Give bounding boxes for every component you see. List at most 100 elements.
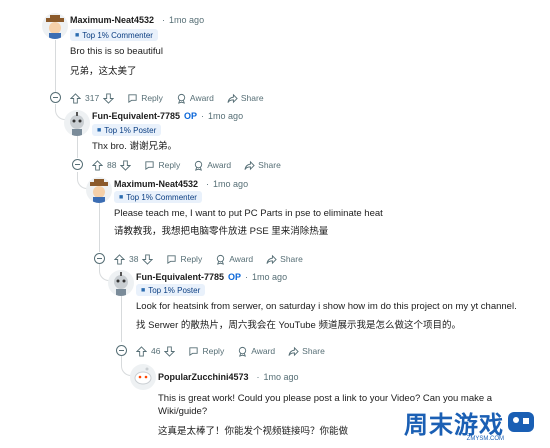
award-button[interactable]: Award: [176, 93, 214, 104]
flair-label: Top 1% Commenter: [82, 30, 153, 40]
award-label: Award: [189, 93, 214, 103]
award-label: Award: [207, 160, 232, 170]
timestamp[interactable]: 1mo ago: [264, 372, 299, 382]
avatar[interactable]: [64, 110, 90, 136]
collapse-thread-button[interactable]: [94, 253, 105, 264]
separator-dot: ·: [256, 372, 260, 382]
comment-body-line: 请教教我，我想把电脑零件放进 PSE 里来消除热量: [114, 226, 329, 237]
vote-controls: 88: [92, 159, 132, 171]
timestamp[interactable]: 1mo ago: [208, 111, 243, 121]
reply-button[interactable]: Reply: [144, 160, 180, 171]
share-button[interactable]: Share: [227, 93, 264, 104]
vote-count: 38: [129, 254, 139, 264]
share-label: Share: [240, 93, 264, 103]
share-button[interactable]: Share: [266, 254, 303, 265]
user-flair: ■ Top 1% Commenter: [114, 191, 202, 203]
vote-controls: 46: [136, 345, 176, 357]
vote-count: 46: [151, 346, 161, 356]
gamepad-icon: [508, 412, 534, 432]
thread-line: [77, 134, 78, 158]
separator-dot: ·: [162, 15, 166, 25]
award-label: Award: [229, 254, 254, 264]
vote-count: 88: [107, 160, 117, 170]
comment-body-line: Bro this is so beautiful: [70, 46, 163, 57]
avatar[interactable]: [108, 270, 134, 296]
award-icon: [195, 160, 203, 171]
watermark: 周末游戏 ZMYSM.COM: [394, 402, 544, 442]
downvote-icon[interactable]: [142, 253, 154, 265]
award-icon: [239, 346, 247, 357]
comment-body-line: Please teach me, I want to put PC Parts …: [114, 208, 383, 219]
flair-label: Top 1% Poster: [148, 285, 201, 295]
avatar-robot-icon: [70, 112, 84, 136]
username[interactable]: Fun-Equivalent-7785: [136, 272, 224, 282]
flair-label: Top 1% Poster: [104, 125, 157, 135]
downvote-icon[interactable]: [164, 345, 176, 357]
reply-button[interactable]: Reply: [188, 346, 224, 357]
username[interactable]: PopularZucchini4573: [158, 372, 249, 382]
thread-line: [55, 40, 56, 92]
comment-body-line: Wiki/guide?: [158, 406, 208, 417]
avatar-robot-icon: [114, 272, 128, 296]
reply-icon: [167, 254, 177, 264]
upvote-icon[interactable]: [92, 159, 103, 171]
award-icon: [177, 93, 186, 104]
downvote-icon[interactable]: [103, 92, 115, 104]
user-flair: ■ Top 1% Commenter: [70, 29, 158, 41]
comment-body-line: 兄弟，这太美了: [70, 66, 137, 77]
upvote-icon[interactable]: [136, 345, 147, 357]
vote-count: 317: [85, 93, 100, 103]
share-label: Share: [258, 160, 281, 170]
flair-label: Top 1% Commenter: [126, 192, 197, 202]
comment-body-line: 这真是太棒了！你能发个视频链接吗？你能做: [158, 426, 349, 437]
user-flair: ■ Top 1% Poster: [92, 124, 162, 136]
share-button[interactable]: Share: [288, 346, 325, 357]
award-label: Award: [251, 346, 276, 356]
timestamp[interactable]: 1mo ago: [169, 15, 204, 25]
reply-button[interactable]: Reply: [127, 93, 163, 104]
timestamp[interactable]: 1mo ago: [252, 272, 287, 282]
collapse-thread-button[interactable]: [50, 92, 61, 103]
separator-dot: ·: [206, 179, 210, 189]
op-badge: OP: [184, 111, 198, 121]
share-label: Share: [302, 346, 325, 356]
separator-dot: ·: [245, 272, 249, 282]
share-button[interactable]: Share: [244, 160, 281, 171]
vote-controls: 38: [114, 253, 154, 265]
upvote-icon[interactable]: [114, 253, 125, 265]
avatar[interactable]: [130, 364, 156, 390]
comment-body-line: Thx bro. 谢谢兄弟。: [92, 141, 177, 152]
upvote-icon[interactable]: [70, 92, 81, 104]
comment-body-line: Look for heatsink from serwer, on saturd…: [136, 301, 517, 312]
avatar[interactable]: [42, 13, 68, 39]
timestamp[interactable]: 1mo ago: [213, 179, 248, 189]
flair-icon: ■: [119, 193, 124, 201]
thread-line: [121, 296, 122, 342]
award-button[interactable]: Award: [237, 346, 275, 357]
reply-icon: [189, 346, 199, 356]
username[interactable]: Maximum-Neat4532: [114, 179, 198, 189]
username[interactable]: Maximum-Neat4532: [70, 15, 154, 25]
avatar-cowboy-icon: [46, 15, 64, 39]
reply-button[interactable]: Reply: [166, 254, 202, 265]
username[interactable]: Fun-Equivalent-7785: [92, 111, 180, 121]
reply-icon: [145, 160, 155, 170]
collapse-thread-button[interactable]: [116, 345, 127, 356]
share-label: Share: [280, 254, 303, 264]
watermark-sub: ZMYSM.COM: [466, 436, 504, 442]
downvote-icon[interactable]: [120, 159, 132, 171]
flair-icon: ■: [141, 286, 146, 294]
share-icon: [288, 346, 299, 356]
award-button[interactable]: Award: [193, 160, 231, 171]
award-button[interactable]: Award: [215, 254, 253, 265]
op-badge: OP: [228, 272, 242, 282]
reply-label: Reply: [141, 93, 163, 103]
flair-icon: ■: [75, 31, 80, 39]
reply-label: Reply: [180, 254, 203, 264]
reply-label: Reply: [158, 160, 181, 170]
avatar[interactable]: [86, 177, 112, 203]
collapse-thread-button[interactable]: [72, 159, 83, 170]
avatar-snoo-icon: [134, 367, 152, 385]
flair-icon: ■: [97, 126, 102, 134]
share-icon: [266, 254, 277, 264]
